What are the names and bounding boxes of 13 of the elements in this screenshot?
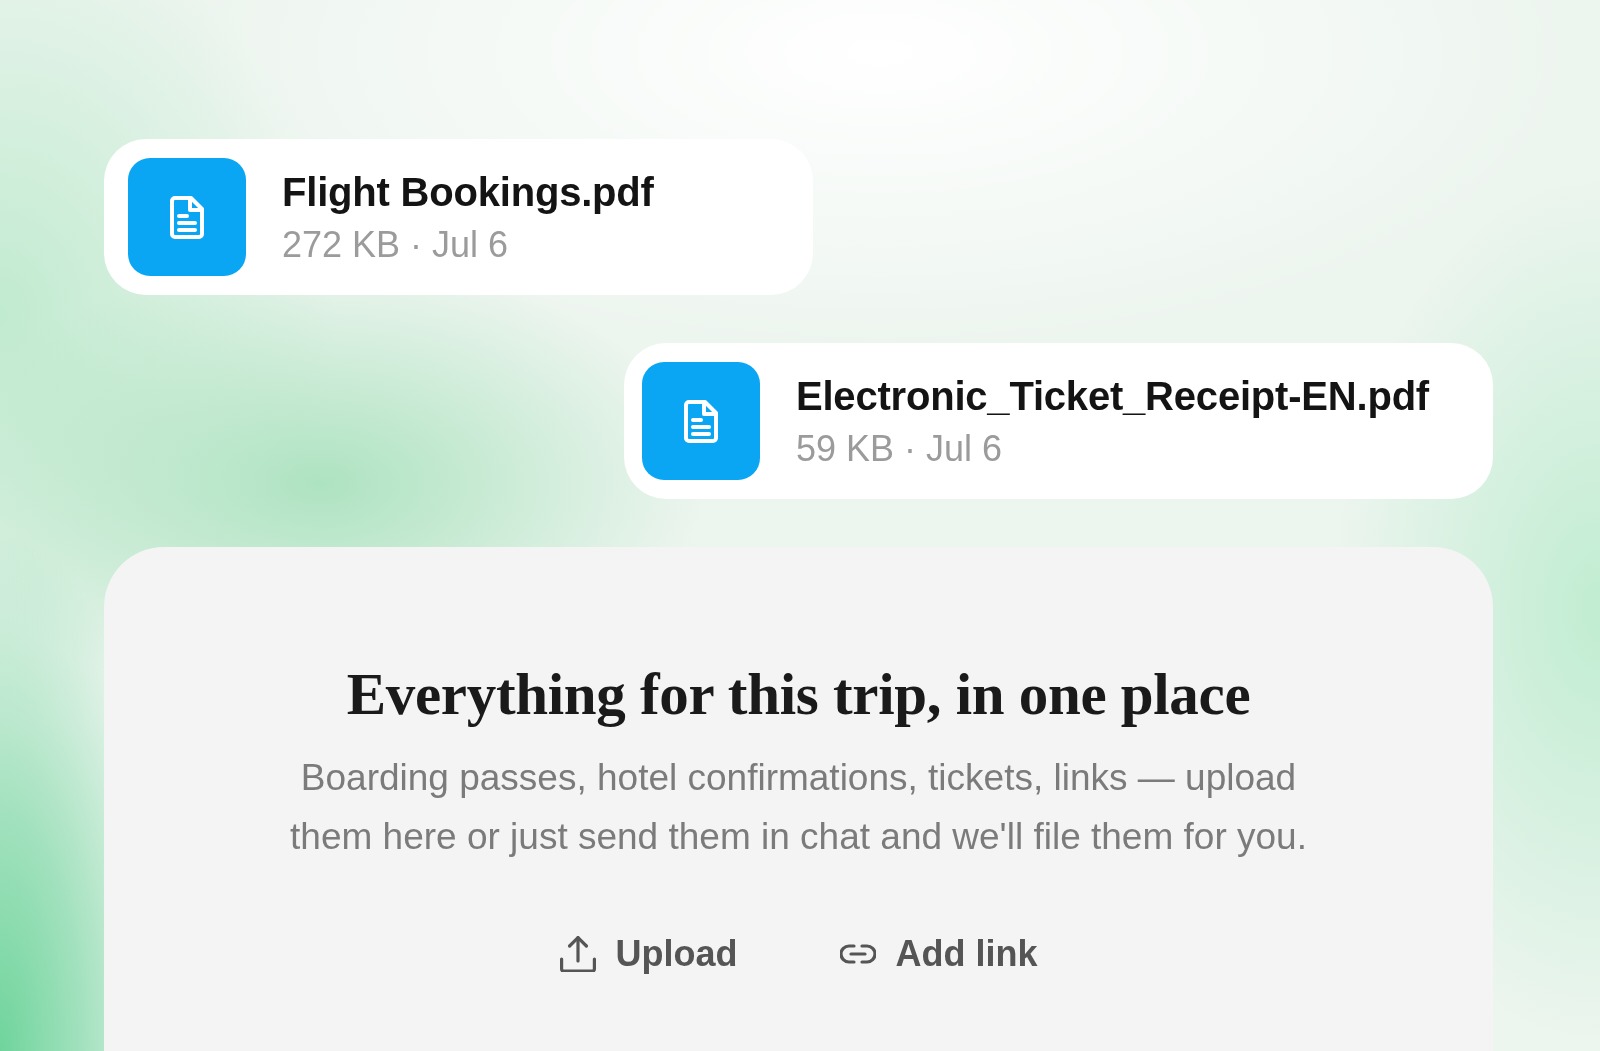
upload-icon xyxy=(559,935,596,972)
panel-description: Boarding passes, hotel confirmations, tickets, links — upload them here or just send them in chat and we'll file them for you. xyxy=(289,756,1308,859)
file-name: Electronic_Ticket_Receipt-EN.pdf xyxy=(795,372,1429,420)
file-name: Flight Bookings.pdf xyxy=(282,168,654,216)
document-icon xyxy=(641,362,760,480)
add-link-button[interactable]: Add link xyxy=(827,924,1050,984)
document-icon xyxy=(128,158,246,276)
panel-heading: Everything for this trip, in one place xyxy=(346,660,1251,729)
upload-button[interactable]: Upload xyxy=(547,924,750,984)
file-card[interactable]: Electronic_Ticket_Receipt-EN.pdf 59 KB · Jul 6 xyxy=(623,343,1493,499)
file-meta: 59 KB · Jul 6 xyxy=(795,426,1004,471)
file-card[interactable]: Flight Bookings.pdf 272 KB · Jul 6 xyxy=(104,139,813,295)
file-meta: 272 KB · Jul 6 xyxy=(282,222,510,267)
